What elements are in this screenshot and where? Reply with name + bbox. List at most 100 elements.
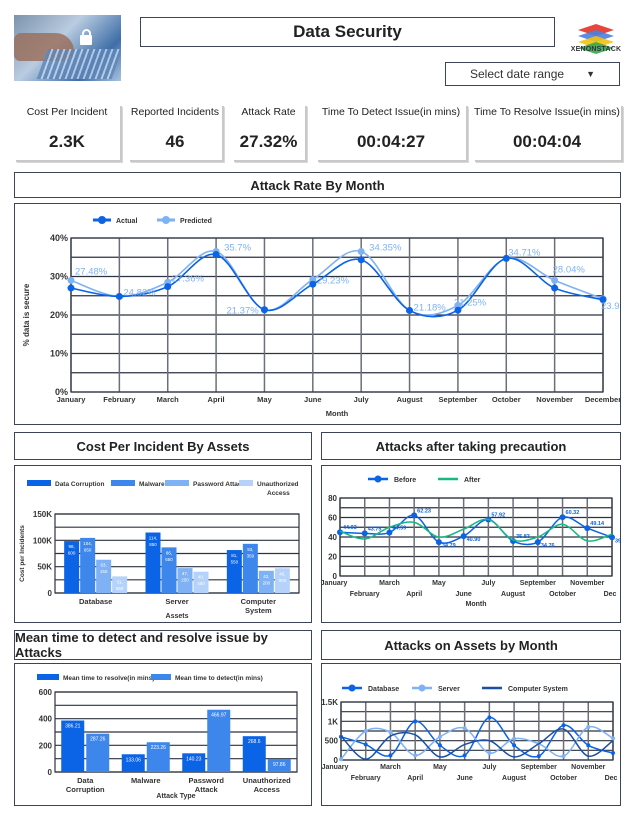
bar-data-label: 466.97 bbox=[211, 713, 227, 719]
bar-data-label: 268.6 bbox=[248, 739, 261, 745]
y-tick-label: 0 bbox=[48, 589, 53, 598]
data-point bbox=[388, 753, 393, 758]
chart-panel-mean-time: Mean time to resolve(in mins) Mean time t… bbox=[14, 663, 312, 806]
x-tick-label: Data Corruption bbox=[66, 776, 105, 794]
bar-data-label: 133.06 bbox=[126, 757, 142, 763]
cost-assets-chart: Data Corruption Malware Password Attack Una… bbox=[19, 480, 300, 620]
kpi-label: Attack Rate bbox=[241, 106, 296, 118]
data-point bbox=[363, 742, 368, 747]
lock-icon bbox=[80, 29, 92, 45]
data-label: 24.82% bbox=[123, 287, 156, 298]
bar-data-label: 40, 450 bbox=[197, 575, 205, 587]
data-label: 40.90 bbox=[467, 537, 481, 543]
data-point-actual bbox=[260, 306, 268, 314]
data-point bbox=[512, 743, 517, 748]
y-tick-label: 40% bbox=[50, 233, 68, 243]
data-point bbox=[437, 743, 442, 748]
data-label: 34.35% bbox=[369, 242, 402, 253]
x-tick-label: June bbox=[456, 775, 472, 782]
x-axis-label: Assets bbox=[166, 613, 189, 620]
data-point bbox=[462, 753, 467, 758]
chart-panel-precaution: Before After 0 20 40 60 80 January February March… bbox=[321, 465, 629, 623]
bar-data-label: 31, 550 bbox=[116, 579, 124, 591]
x-tick-label: September bbox=[521, 764, 557, 771]
x-tick-label: October bbox=[550, 775, 577, 782]
legend-swatch bbox=[111, 480, 135, 486]
data-label: 21.37% bbox=[226, 306, 259, 317]
data-label: 39.68 bbox=[615, 538, 620, 544]
data-point-predicted bbox=[357, 247, 365, 255]
legend-label: Malware bbox=[139, 481, 165, 488]
bar-data-label: 287.26 bbox=[90, 737, 106, 743]
legend-label: Data Corruption bbox=[55, 481, 105, 488]
y-tick-label: 1K bbox=[328, 717, 338, 726]
attack-rate-chart: Actual Predicted0%10%20%30%40%January Febr… bbox=[22, 216, 634, 418]
y-tick-label: 400 bbox=[39, 715, 53, 724]
bar-data-label: 104, 650 bbox=[83, 541, 92, 553]
date-range-select[interactable]: Select date range ▼ bbox=[445, 62, 620, 86]
legend-label: Mean time to detect(in mins) bbox=[175, 675, 263, 682]
y-tick-label: 80 bbox=[328, 494, 337, 503]
kpi-value: 46 bbox=[165, 132, 185, 151]
x-tick-label: October bbox=[549, 591, 576, 598]
y-tick-label: 20% bbox=[50, 310, 68, 320]
data-label: 21.25% bbox=[454, 297, 487, 308]
y-tick-label: 200 bbox=[39, 741, 53, 750]
data-label: 23.98% bbox=[601, 301, 620, 312]
bar-data-label: 98, 600 bbox=[68, 544, 76, 556]
x-tick-label: April bbox=[406, 591, 422, 598]
y-tick-label: 600 bbox=[39, 688, 53, 697]
y-tick-label: 1.5K bbox=[322, 698, 338, 707]
x-tick-label: May bbox=[257, 395, 272, 404]
caret-down-icon: ▼ bbox=[586, 69, 595, 79]
legend-label: Computer System bbox=[508, 686, 568, 693]
x-tick-label: July bbox=[482, 764, 496, 771]
legend-label: Before bbox=[394, 477, 416, 484]
page-title: Data Security bbox=[140, 17, 555, 47]
kpi-value: 00:04:04 bbox=[512, 132, 582, 151]
y-tick-label: 0 bbox=[48, 768, 53, 777]
x-tick-label: July bbox=[354, 395, 370, 404]
data-label: 44.59 bbox=[392, 526, 406, 532]
x-tick-label: August bbox=[501, 591, 526, 598]
section-title-attack-rate: Attack Rate By Month bbox=[14, 172, 621, 198]
legend-label: After bbox=[464, 477, 481, 484]
x-tick-label: January bbox=[57, 395, 87, 404]
data-point bbox=[437, 734, 442, 739]
kpi-label: Reported Incidents bbox=[130, 106, 220, 118]
y-tick-label: 10% bbox=[50, 349, 68, 359]
data-point bbox=[536, 754, 541, 759]
y-axis-label: % data is secure bbox=[22, 283, 31, 346]
logo-text: XENONSTACK bbox=[570, 46, 622, 53]
x-tick-label: June bbox=[304, 395, 322, 404]
x-tick-label: Dec bbox=[604, 591, 617, 598]
x-tick-label: Malware bbox=[131, 776, 161, 785]
y-tick-label: 60 bbox=[328, 514, 337, 523]
y-tick-label: 40 bbox=[328, 533, 337, 542]
data-point-actual bbox=[212, 251, 220, 259]
data-point bbox=[363, 729, 368, 733]
data-point bbox=[413, 719, 418, 724]
x-tick-label: February bbox=[351, 775, 381, 782]
legend-marker bbox=[374, 475, 382, 483]
bar-data-label: 97.86 bbox=[273, 762, 286, 768]
data-point bbox=[561, 723, 566, 728]
data-point bbox=[413, 753, 418, 758]
data-label: 29.23% bbox=[317, 275, 350, 286]
x-tick-label: December bbox=[585, 395, 620, 404]
legend-swatch bbox=[151, 674, 171, 680]
data-point bbox=[388, 730, 393, 735]
kpi-label: Time To Detect Issue(in mins) bbox=[321, 106, 461, 118]
data-point-actual bbox=[406, 306, 414, 314]
bar-data-label: 93, 350 bbox=[247, 547, 255, 559]
x-axis-label: Month bbox=[326, 409, 349, 418]
y-tick-label: 150K bbox=[33, 510, 52, 519]
data-point bbox=[487, 751, 492, 756]
data-point bbox=[462, 726, 467, 731]
kpi-time-to-detect: Time To Detect Issue(in mins) 00:04:27 bbox=[316, 104, 466, 160]
data-label: 60.32 bbox=[566, 510, 580, 516]
data-point-actual bbox=[164, 283, 172, 291]
bar-data-label: 47, 250 bbox=[181, 571, 189, 583]
x-tick-label: April bbox=[407, 775, 423, 782]
x-tick-label: January bbox=[322, 580, 348, 587]
